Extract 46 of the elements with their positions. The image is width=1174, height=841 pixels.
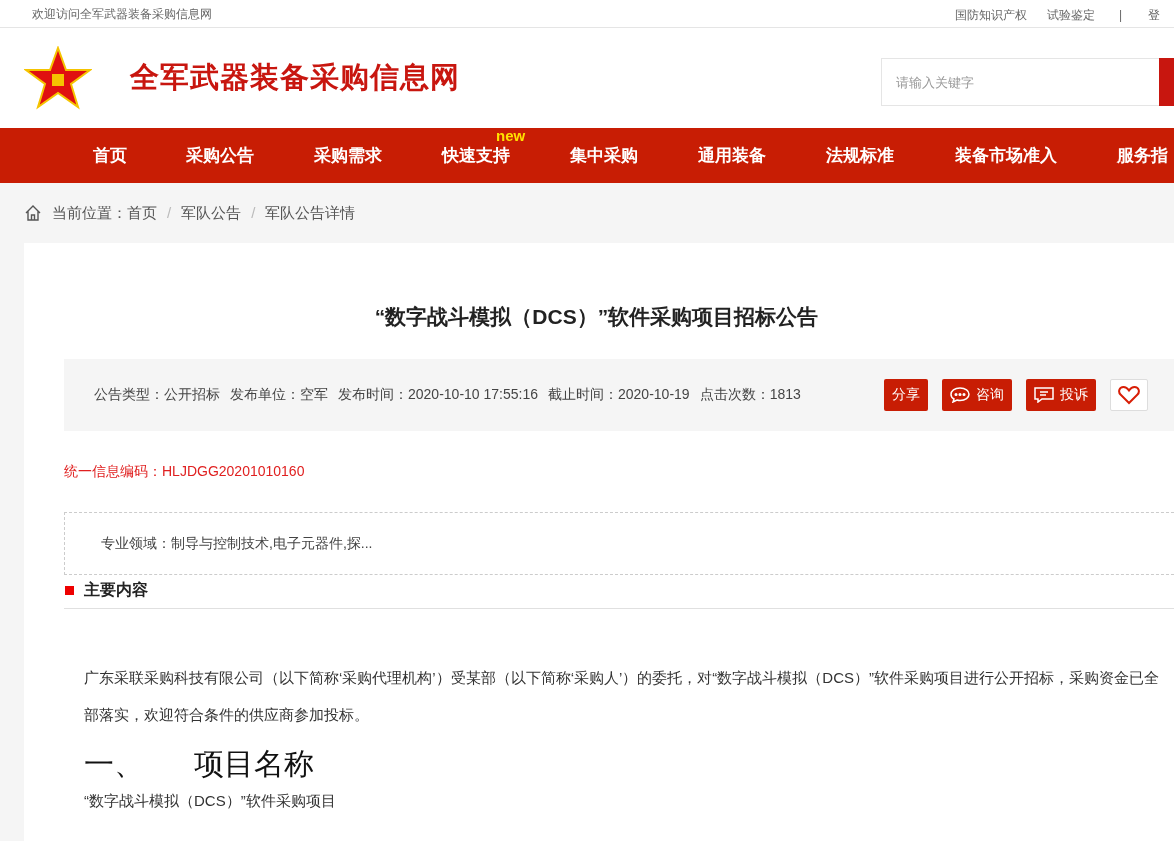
login-link[interactable]: 登 [1148, 6, 1161, 24]
meta-item: 发布单位：空军 [230, 385, 328, 404]
nav-link[interactable]: 采购公告 [186, 145, 254, 165]
complaint-icon [1034, 386, 1054, 403]
complain-button[interactable]: 投诉 [1026, 378, 1096, 411]
nav-link[interactable]: 快速支持 [442, 145, 510, 165]
nav-link[interactable]: 服务指 [1116, 145, 1168, 165]
nav-link[interactable]: 通用装备 [698, 145, 766, 165]
star-logo-icon [24, 46, 92, 110]
favorite-button[interactable] [1110, 378, 1148, 411]
separator-text: | [1119, 7, 1123, 24]
nav-link[interactable]: 采购需求 [314, 145, 382, 165]
project-name: “数字战斗模拟（DCS）”软件采购项目 [84, 790, 337, 811]
breadcrumb-separator: / [167, 202, 172, 223]
meta-item: 公告类型：公开招标 [94, 385, 220, 404]
nav-link[interactable]: 首页 [93, 145, 127, 165]
breadcrumb-separator: / [251, 202, 256, 223]
heading-number: 一、 [84, 745, 144, 782]
home-icon [24, 204, 42, 222]
nav-link[interactable]: 装备市场准入 [954, 145, 1057, 165]
breadcrumb-link[interactable]: 军队公告 [181, 201, 242, 225]
meta-item: 截止时间：2020-10-19 [548, 385, 690, 404]
new-label: new [496, 125, 526, 146]
chat-icon [950, 386, 970, 403]
site-title: 全军武器装备采购信息网 [130, 60, 460, 96]
top-link[interactable]: 国防知识产权 [955, 6, 1027, 24]
top-link[interactable]: 试验鉴定 [1047, 6, 1095, 24]
field-text: 专业领域：制导与控制技术,电子元器件,探... [101, 533, 373, 553]
nav-link[interactable]: 法规标准 [826, 145, 894, 165]
consult-button[interactable]: 咨询 [942, 378, 1012, 411]
section-marker-icon [65, 585, 74, 595]
breadcrumb-link[interactable]: 首页 [127, 201, 157, 225]
share-button[interactable]: 分享 [884, 378, 928, 411]
welcome-text: 欢迎访问全军武器装备采购信息网 [32, 5, 212, 23]
intro-paragraph: 广东采联采购科技有限公司（以下简称‘采购代理机构’）受某部（以下简称‘采购人’）的委托，对“数字战斗模拟（DCS）”软件采购项目进行公开招标，采购资金已全部落实，欢迎符合条件的供应商参加投标。 [84, 667, 1160, 725]
heading-text: 项目名称 [194, 745, 314, 782]
heart-icon [1118, 384, 1140, 405]
breadcrumb-link[interactable]: 军队公告详情 [265, 201, 356, 225]
meta-item: 发布时间：2020-10-10 17:55:16 [338, 385, 538, 404]
breadcrumb-label: 当前位置： [52, 202, 127, 223]
nav-link[interactable]: 集中采购 [570, 145, 638, 165]
meta-item: 点击次数：1813 [699, 385, 801, 404]
search-field[interactable]: 请输入关键字 [881, 58, 1161, 106]
section-title: 主要内容 [84, 580, 148, 600]
info-code: 统一信息编码：HLJDGG20201010160 [64, 461, 306, 481]
article-title: “数字战斗模拟（DCS）”软件采购项目招标公告 [373, 304, 820, 330]
